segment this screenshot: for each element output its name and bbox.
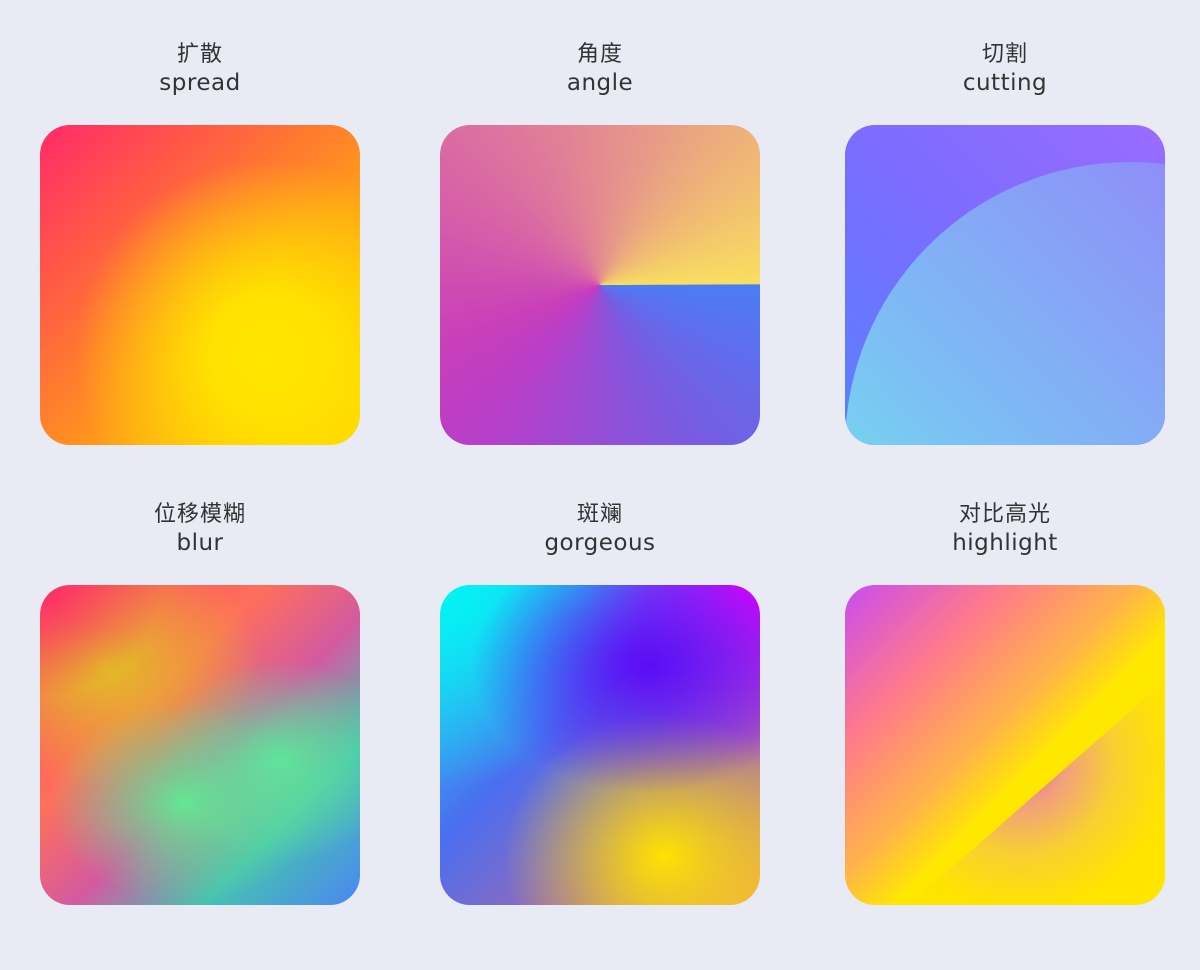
card-title-en: spread	[159, 70, 241, 96]
quarter-circle-shape	[845, 162, 1165, 445]
card-title-zh: 扩散	[176, 42, 223, 67]
gradient-swatch-blur	[40, 585, 360, 905]
gradient-swatch-gorgeous	[440, 585, 760, 905]
card-title-zh: 切割	[981, 42, 1028, 67]
card-title-zh: 斑斓	[576, 502, 623, 527]
card-title-en: gorgeous	[544, 530, 656, 556]
card-title-en: highlight	[952, 530, 1058, 556]
card-title-en: blur	[176, 530, 224, 556]
gradient-swatch-cutting	[845, 125, 1165, 445]
card-title-en: cutting	[962, 70, 1048, 96]
gradient-swatch-spread	[40, 125, 360, 445]
card-title-zh: 角度	[576, 42, 623, 67]
card-title-zh: 位移模糊	[153, 502, 246, 527]
gradient-swatch-highlight	[845, 585, 1165, 905]
card-title-zh: 对比高光	[958, 502, 1051, 527]
gradient-swatch-angle	[440, 125, 760, 445]
card-title-en: angle	[566, 70, 634, 96]
highlight-triangle-shape	[909, 681, 1165, 905]
